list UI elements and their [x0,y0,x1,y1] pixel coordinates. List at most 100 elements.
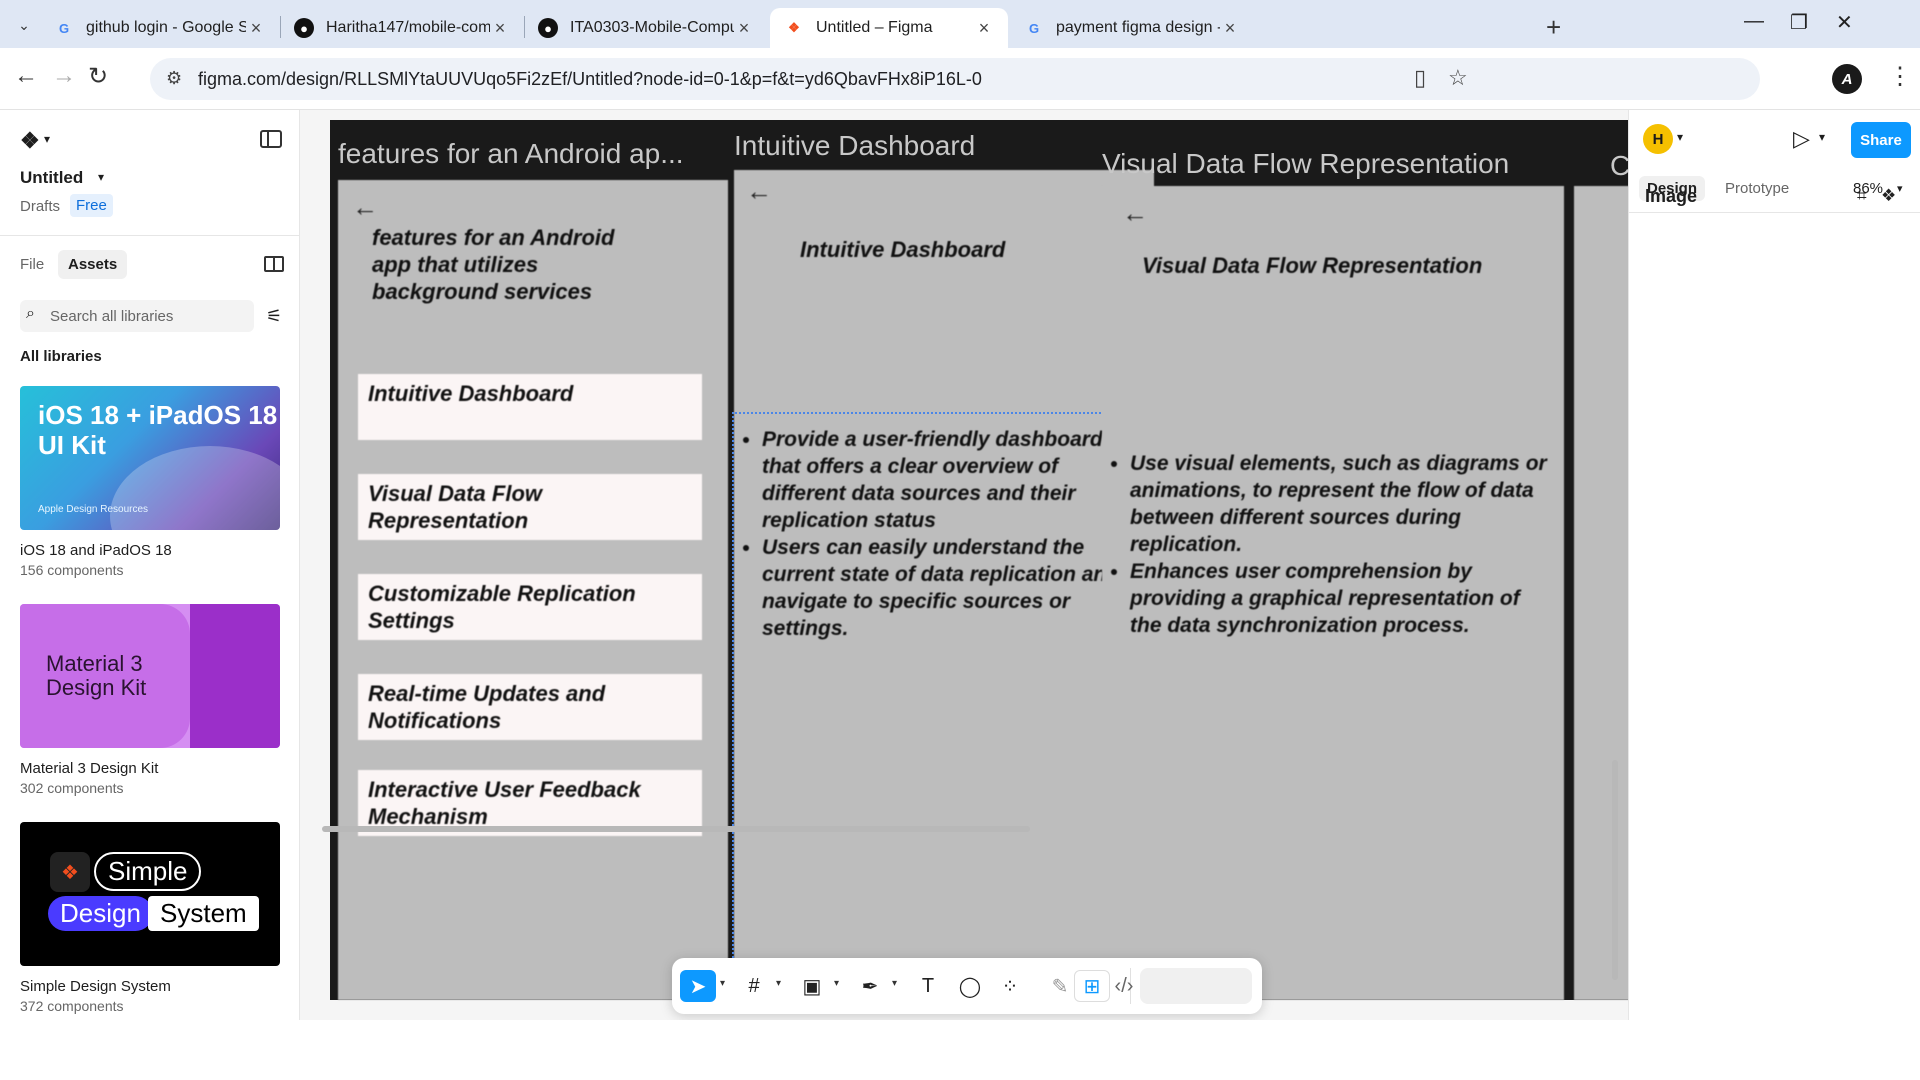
restore-window-button[interactable]: ❐ [1790,10,1808,35]
tab-search-button[interactable]: ⌄ [10,12,38,38]
chevron-down-icon[interactable]: ▾ [98,170,104,184]
chevron-down-icon[interactable]: ▾ [834,978,839,989]
frame-tool-icon[interactable]: # [736,970,772,1002]
chevron-down-icon[interactable]: ▾ [1677,130,1683,144]
browser-tab-ita-repo[interactable]: ● ITA0303-Mobile-Computing-/M × [524,8,768,48]
thumbnail-word: System [148,896,259,931]
browser-profile-avatar[interactable]: A [1832,64,1862,94]
browser-tab-figma-active[interactable]: ❖ Untitled – Figma × [770,8,1008,48]
close-tab-icon[interactable]: × [1220,18,1240,39]
tab-label: payment figma design - Google [1056,19,1220,36]
browser-tab-payment-search[interactable]: G payment figma design - Google × [1010,8,1254,48]
features-panel: ← features for an Android app that utili… [338,180,728,1000]
feature-card: Real-time Updates and Notifications [358,674,702,740]
tab-assets[interactable]: Assets [58,250,128,279]
library-thumbnail-sds[interactable]: ❖ Simple Design System [20,822,280,966]
back-arrow-icon[interactable]: ← [14,62,38,90]
image-tool-icon[interactable]: ▣ [794,970,830,1002]
figma-icon: ❖ [788,20,800,35]
image-frame[interactable]: features for an Android ap... ← features… [330,120,1628,1002]
actions-tool-icon[interactable]: ⁘ [992,970,1028,1002]
library-thumbnail-ios[interactable]: iOS 18 + iPadOS 18 UI Kit Apple Design R… [20,386,280,530]
library-count: 302 components [20,780,124,796]
back-arrow-icon: ← [1122,198,1148,228]
library-name[interactable]: iOS 18 and iPadOS 18 [20,542,172,559]
minimize-window-button[interactable]: — [1744,10,1764,33]
text-tool-icon[interactable]: T [910,970,946,1002]
dev-mode-icon[interactable]: ‹/› [1106,970,1142,1002]
selection-outline [732,412,1156,1002]
browser-tab-strip: ⌄ G github login - Google Search × ● Har… [0,0,1920,48]
thumbnail-subtitle: Apple Design Resources [38,504,149,515]
library-book-icon[interactable] [264,256,284,272]
feature-card: Customizable Replication Settings [358,574,702,640]
google-icon: G [58,20,70,36]
panel-title: features for an Android app that utilize… [372,225,615,304]
close-window-button[interactable]: ✕ [1836,10,1853,35]
design-mode-icon[interactable]: ⊞ [1074,970,1110,1002]
present-play-icon[interactable]: ▷ [1793,126,1810,152]
site-info-icon[interactable]: ⚙ [166,68,182,89]
next-panel-partial [1574,186,1628,1000]
pen-tool-icon[interactable]: ✒ [852,970,888,1002]
search-icon: ⌕ [26,305,35,322]
chevron-down-icon[interactable]: ▾ [776,978,781,989]
library-name[interactable]: Material 3 Design Kit [20,760,158,777]
github-icon: ● [538,18,558,38]
thumbnail-word: Simple [94,852,202,891]
tab-label: github login - Google Search [86,19,246,36]
forward-arrow-icon[interactable]: → [52,62,76,90]
panel-heading: Intuitive Dashboard [734,130,976,161]
browser-tab-github-login[interactable]: G github login - Google Search × [40,8,280,48]
crop-icon[interactable]: ⌗ [1857,186,1867,206]
close-tab-icon[interactable]: × [490,18,510,39]
horizontal-scrollbar[interactable] [322,826,1030,832]
figma-menu-icon[interactable]: ❖ [20,128,40,154]
move-tool-icon[interactable]: ➤ [680,970,716,1002]
library-count: 156 components [20,562,124,578]
chevron-down-icon[interactable]: ▾ [1897,182,1903,195]
close-tab-icon[interactable]: × [974,18,994,39]
selection-name: Image [1645,186,1698,206]
file-location[interactable]: Drafts [20,198,60,215]
data-flow-panel: ← Visual Data Flow Representation Use vi… [1102,186,1564,1000]
address-bar[interactable]: ⚙ figma.com/design/RLLSMlYtaUUVUqo5Fi2zE… [150,58,1760,100]
panel-title: Intuitive Dashboard [800,237,1006,262]
clipboard-icon[interactable]: ▯ [1414,65,1426,91]
chevron-down-icon[interactable]: ▾ [44,132,50,146]
floating-tool-bar: ➤ ▾ # ▾ ▣ ▾ ✒ ▾ T ◯ ⁘ ✎ ⊞ ‹/› [672,958,1262,1014]
new-tab-button[interactable]: + [1546,12,1561,43]
mode-switcher [1140,968,1252,1004]
tab-file[interactable]: File [10,250,54,279]
user-avatar[interactable]: H [1643,124,1673,154]
reload-icon[interactable]: ↻ [88,62,108,91]
library-search-input[interactable]: ⌕ Search all libraries [20,300,254,332]
chevron-down-icon[interactable]: ▾ [1819,130,1825,144]
browser-tab-haritha-repo[interactable]: ● Haritha147/mobile-computing × [280,8,524,48]
url-text[interactable]: figma.com/design/RLLSMlYtaUUVUqo5Fi2zEf/… [198,69,982,90]
figma-logo-icon: ❖ [50,852,90,892]
github-icon: ● [294,18,314,38]
toggle-sidebar-icon[interactable] [260,130,282,148]
library-name[interactable]: Simple Design System [20,978,171,995]
vertical-scrollbar[interactable] [1612,760,1618,980]
library-thumbnail-material[interactable]: Material 3 Design Kit [20,604,280,748]
filter-sliders-icon[interactable]: ⚟ [266,306,282,327]
close-tab-icon[interactable]: × [246,18,266,39]
comment-tool-icon[interactable]: ◯ [952,970,988,1002]
browser-menu-icon[interactable]: ⋮ [1888,62,1912,91]
draw-mode-icon[interactable]: ✎ [1042,970,1078,1002]
chevron-down-icon[interactable]: ▾ [720,978,725,989]
share-button[interactable]: Share [1851,122,1911,158]
feature-card: Intuitive Dashboard [358,374,702,440]
file-name[interactable]: Untitled [20,168,83,188]
library-count: 372 components [20,998,124,1014]
bookmark-star-icon[interactable]: ☆ [1448,65,1468,91]
component-icon[interactable]: ❖ [1881,186,1896,206]
plan-badge[interactable]: Free [70,194,113,217]
tab-prototype[interactable]: Prototype [1717,176,1797,201]
chevron-down-icon[interactable]: ▾ [892,978,897,989]
thumbnail-word: Design [48,896,153,931]
close-tab-icon[interactable]: × [734,18,754,39]
design-canvas[interactable]: features for an Android ap... ← features… [300,110,1628,1020]
